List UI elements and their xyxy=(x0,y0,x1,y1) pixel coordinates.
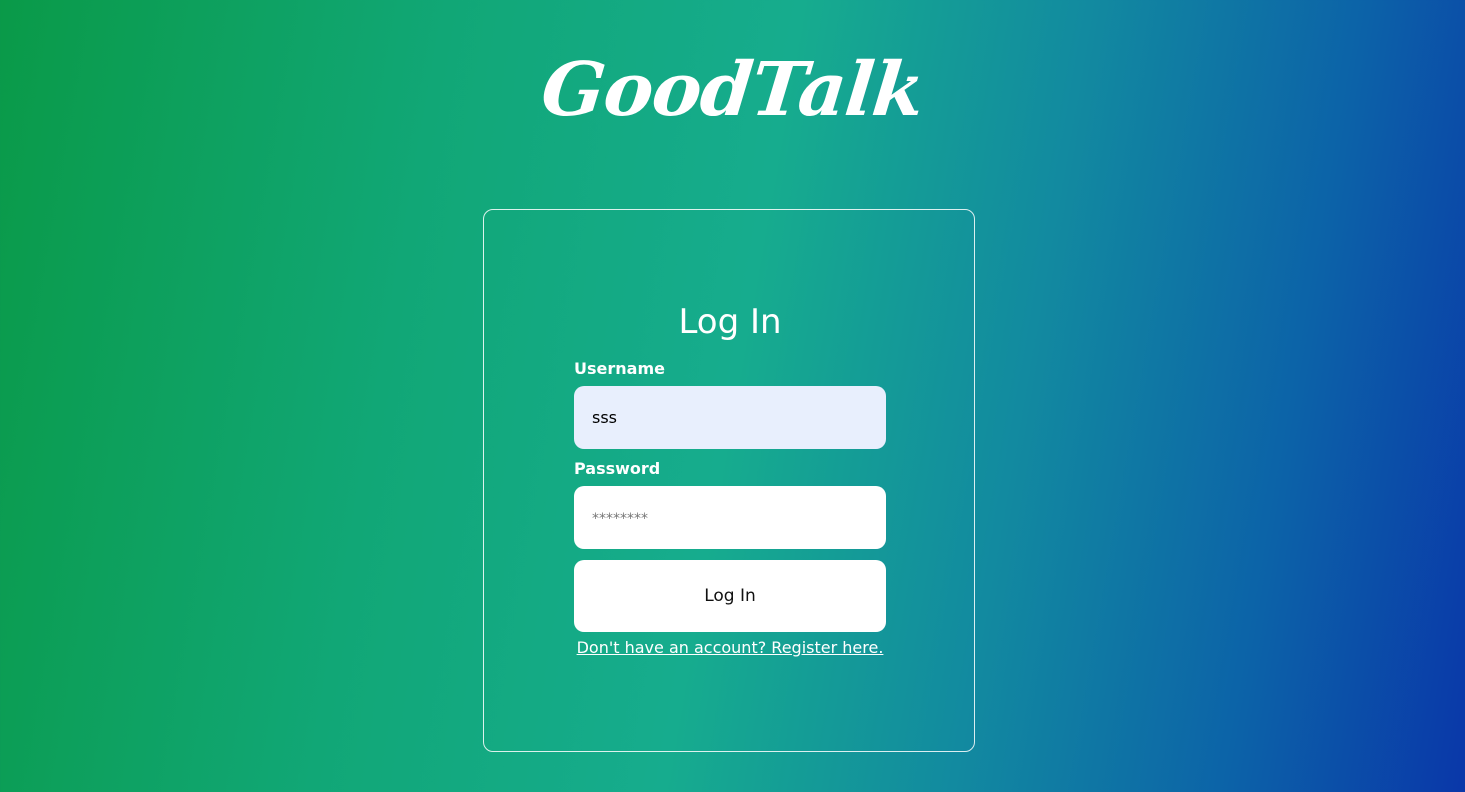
register-link[interactable]: Don't have an account? Register here. xyxy=(574,637,886,659)
goodtalk-logo: GoodTalk xyxy=(537,47,928,133)
password-label: Password xyxy=(574,459,661,478)
password-input[interactable] xyxy=(574,486,886,549)
login-title: Log In xyxy=(678,302,782,342)
login-form: Log In Username Password Log In Don't ha… xyxy=(574,298,886,659)
login-button[interactable]: Log In xyxy=(574,560,886,632)
username-label: Username xyxy=(574,359,665,378)
login-card: Log In Username Password Log In Don't ha… xyxy=(483,209,975,752)
username-input[interactable] xyxy=(574,386,886,449)
